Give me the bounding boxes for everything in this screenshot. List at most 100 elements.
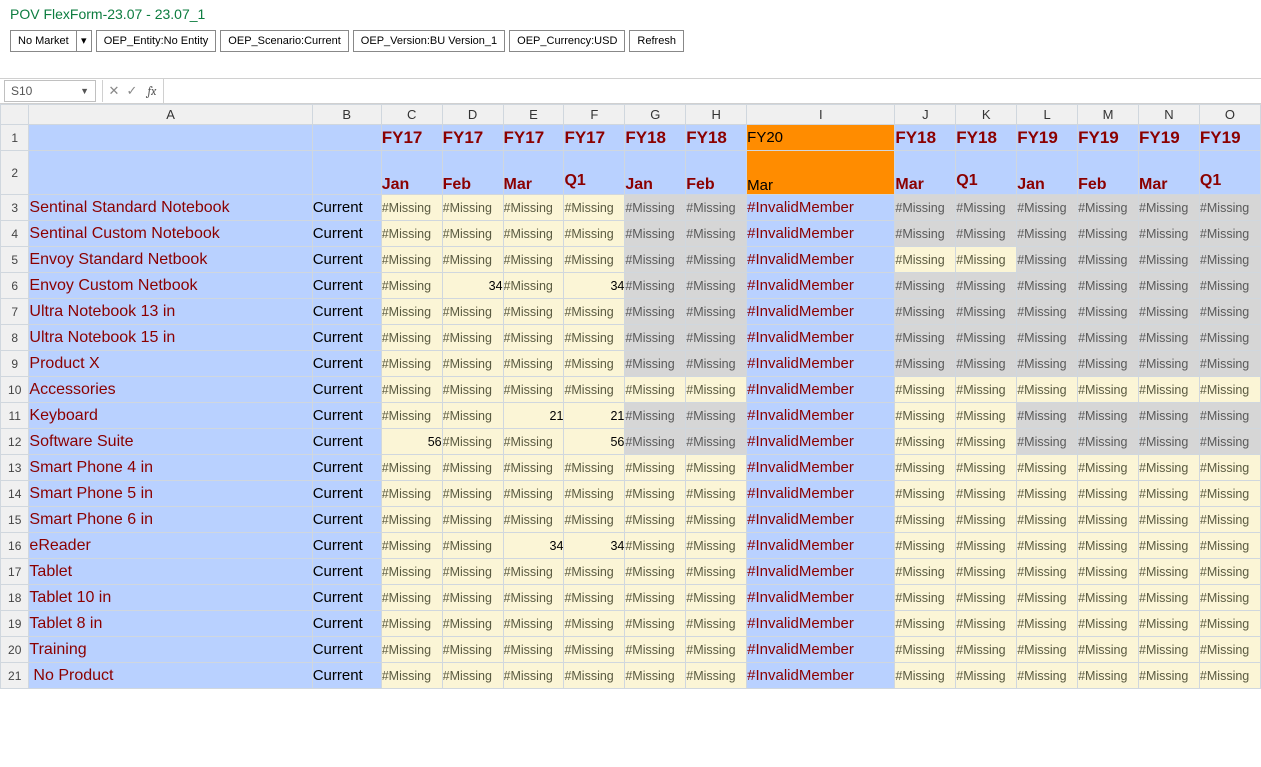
data-cell[interactable]: #Missing	[381, 585, 442, 611]
data-cell[interactable]: #Missing	[1199, 533, 1260, 559]
row-header[interactable]: 15	[1, 507, 29, 533]
row-scenario-label[interactable]: Current	[312, 325, 381, 351]
column-header[interactable]: J	[895, 105, 956, 125]
data-cell[interactable]: #Missing	[381, 377, 442, 403]
data-cell[interactable]: #Missing	[956, 507, 1017, 533]
row-header[interactable]: 11	[1, 403, 29, 429]
row-member-label[interactable]: Tablet	[29, 559, 312, 585]
column-header[interactable]: I	[747, 105, 895, 125]
data-cell[interactable]: #Missing	[442, 429, 503, 455]
row-scenario-label[interactable]: Current	[312, 611, 381, 637]
data-cell[interactable]: #Missing	[1078, 637, 1139, 663]
data-cell[interactable]: #Missing	[503, 377, 564, 403]
data-cell[interactable]: #Missing	[1078, 533, 1139, 559]
data-cell[interactable]: 34	[503, 533, 564, 559]
column-header[interactable]: K	[956, 105, 1017, 125]
row-scenario-label[interactable]: Current	[312, 507, 381, 533]
data-cell[interactable]: #Missing	[1017, 377, 1078, 403]
data-cell[interactable]: #Missing	[442, 195, 503, 221]
row-header[interactable]: 14	[1, 481, 29, 507]
row-member-label[interactable]: Smart Phone 5 in	[29, 481, 312, 507]
data-cell[interactable]: #Missing	[442, 455, 503, 481]
row-header[interactable]: 10	[1, 377, 29, 403]
row-header[interactable]: 7	[1, 299, 29, 325]
data-cell[interactable]: #InvalidMember	[747, 663, 895, 689]
year-header-cell[interactable]: FY17	[503, 125, 564, 151]
data-cell[interactable]: #Missing	[381, 611, 442, 637]
data-cell[interactable]: #Missing	[503, 455, 564, 481]
data-cell[interactable]: #Missing	[686, 611, 747, 637]
data-cell[interactable]: #Missing	[381, 351, 442, 377]
pov-currency-button[interactable]: OEP_Currency:USD	[509, 30, 625, 52]
data-cell[interactable]: #InvalidMember	[747, 403, 895, 429]
data-cell[interactable]: #Missing	[1199, 351, 1260, 377]
formula-input[interactable]	[163, 79, 1261, 103]
data-cell[interactable]: #Missing	[956, 481, 1017, 507]
data-cell[interactable]: #Missing	[956, 403, 1017, 429]
data-cell[interactable]: #Missing	[1139, 377, 1200, 403]
month-header-cell[interactable]: Q1	[564, 151, 625, 195]
data-cell[interactable]: #Missing	[1139, 585, 1200, 611]
row-scenario-label[interactable]: Current	[312, 481, 381, 507]
data-cell[interactable]: #Missing	[895, 221, 956, 247]
data-cell[interactable]: #Missing	[1017, 559, 1078, 585]
data-cell[interactable]: #Missing	[442, 247, 503, 273]
data-cell[interactable]: #Missing	[503, 611, 564, 637]
data-cell[interactable]: #Missing	[625, 325, 686, 351]
data-cell[interactable]: #Missing	[625, 299, 686, 325]
year-header-cell[interactable]: FY18	[686, 125, 747, 151]
data-cell[interactable]: #Missing	[564, 559, 625, 585]
data-cell[interactable]: #InvalidMember	[747, 611, 895, 637]
data-cell[interactable]: #Missing	[1199, 429, 1260, 455]
row-scenario-label[interactable]: Current	[312, 559, 381, 585]
row-member-label[interactable]: eReader	[29, 533, 312, 559]
row-member-label[interactable]: Sentinal Standard Notebook	[29, 195, 312, 221]
data-cell[interactable]: #Missing	[1017, 247, 1078, 273]
row-member-label[interactable]: Envoy Custom Netbook	[29, 273, 312, 299]
data-cell[interactable]: #Missing	[1199, 377, 1260, 403]
data-cell[interactable]: 21	[503, 403, 564, 429]
data-cell[interactable]: #Missing	[564, 663, 625, 689]
month-header-cell[interactable]: Feb	[442, 151, 503, 195]
year-header-cell[interactable]: FY20	[747, 125, 895, 151]
data-cell[interactable]: #Missing	[564, 221, 625, 247]
data-cell[interactable]: #Missing	[625, 507, 686, 533]
row-member-label[interactable]: Envoy Standard Netbook	[29, 247, 312, 273]
data-cell[interactable]: #Missing	[1078, 559, 1139, 585]
data-cell[interactable]: #Missing	[625, 533, 686, 559]
data-cell[interactable]: #Missing	[503, 351, 564, 377]
data-cell[interactable]: #Missing	[564, 247, 625, 273]
year-header-cell[interactable]: FY18	[956, 125, 1017, 151]
data-cell[interactable]: #Missing	[1078, 481, 1139, 507]
data-cell[interactable]: 56	[381, 429, 442, 455]
data-cell[interactable]: #Missing	[381, 247, 442, 273]
data-cell[interactable]: #Missing	[1139, 637, 1200, 663]
data-cell[interactable]: #Missing	[1139, 663, 1200, 689]
data-cell[interactable]: #Missing	[381, 481, 442, 507]
data-cell[interactable]: #Missing	[1078, 455, 1139, 481]
data-cell[interactable]: #Missing	[686, 585, 747, 611]
data-cell[interactable]: #Missing	[1078, 429, 1139, 455]
month-header-cell[interactable]: Mar	[1139, 151, 1200, 195]
data-cell[interactable]: #Missing	[1078, 195, 1139, 221]
data-cell[interactable]: #Missing	[625, 429, 686, 455]
data-cell[interactable]: #Missing	[1139, 247, 1200, 273]
data-cell[interactable]: #InvalidMember	[747, 507, 895, 533]
data-cell[interactable]: #Missing	[503, 247, 564, 273]
data-cell[interactable]: #Missing	[564, 351, 625, 377]
row-member-label[interactable]: Sentinal Custom Notebook	[29, 221, 312, 247]
data-cell[interactable]: #Missing	[956, 299, 1017, 325]
data-cell[interactable]: #Missing	[956, 533, 1017, 559]
data-cell[interactable]: #Missing	[1078, 325, 1139, 351]
header-cell[interactable]	[312, 151, 381, 195]
pov-entity-button[interactable]: OEP_Entity:No Entity	[96, 30, 217, 52]
data-cell[interactable]: #Missing	[956, 377, 1017, 403]
data-cell[interactable]: #Missing	[381, 559, 442, 585]
data-cell[interactable]: #Missing	[686, 377, 747, 403]
data-cell[interactable]: #Missing	[1078, 663, 1139, 689]
data-cell[interactable]: #Missing	[1199, 559, 1260, 585]
year-header-cell[interactable]: FY19	[1139, 125, 1200, 151]
data-cell[interactable]: #Missing	[442, 299, 503, 325]
data-cell[interactable]: #Missing	[442, 403, 503, 429]
data-cell[interactable]: #InvalidMember	[747, 221, 895, 247]
